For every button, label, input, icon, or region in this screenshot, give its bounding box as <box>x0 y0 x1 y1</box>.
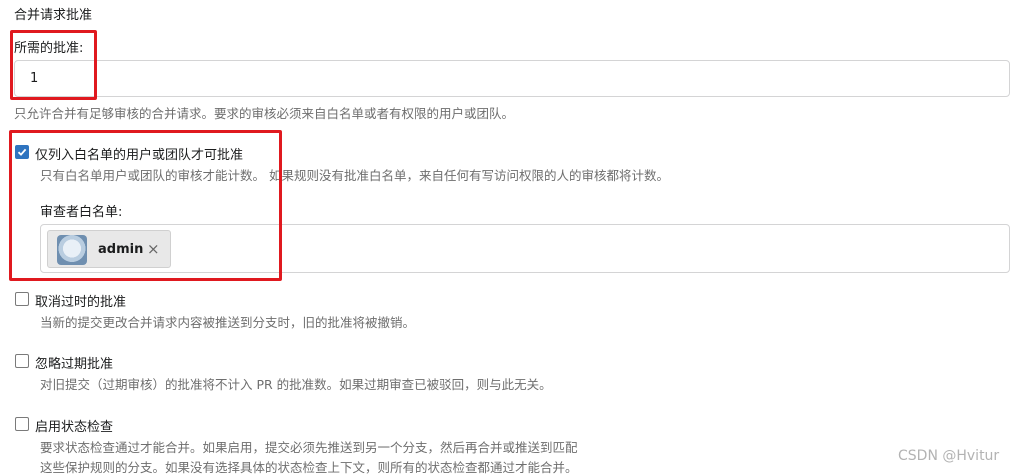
dismiss-stale-help: 当新的提交更改合并请求内容被推送到分支时，旧的批准将被撤销。 <box>40 315 416 330</box>
dismiss-stale-checkbox[interactable] <box>15 292 29 306</box>
status-check-label[interactable]: 启用状态检查 <box>35 416 113 435</box>
watermark: CSDN @Hvitur <box>898 448 1000 464</box>
required-approvals-help: 只允许合并有足够审核的合并请求。要求的审核必须来自白名单或者有权限的用户或团队。 <box>14 106 515 121</box>
highlight-box-whitelist <box>9 130 282 281</box>
dismiss-stale-label[interactable]: 取消过时的批准 <box>35 291 126 310</box>
ignore-stale-label[interactable]: 忽略过期批准 <box>35 353 113 372</box>
highlight-box-approvals <box>10 30 97 100</box>
status-check-help-line1: 要求状态检查通过才能合并。如果启用，提交必须先推送到另一个分支，然后再合并或推送… <box>40 440 578 455</box>
ignore-stale-checkbox[interactable] <box>15 354 29 368</box>
status-check-help-line2: 这些保护规则的分支。如果没有选择具体的状态检查上下文，则所有的状态检查都通过才能… <box>40 460 578 475</box>
status-check-checkbox[interactable] <box>15 417 29 431</box>
ignore-stale-help: 对旧提交（过期审核）的批准将不计入 PR 的批准数。如果过期审查已被驳回，则与此… <box>40 377 552 392</box>
required-approvals-input[interactable]: 1 <box>14 60 1010 97</box>
section-title: 合并请求批准 <box>14 8 93 23</box>
